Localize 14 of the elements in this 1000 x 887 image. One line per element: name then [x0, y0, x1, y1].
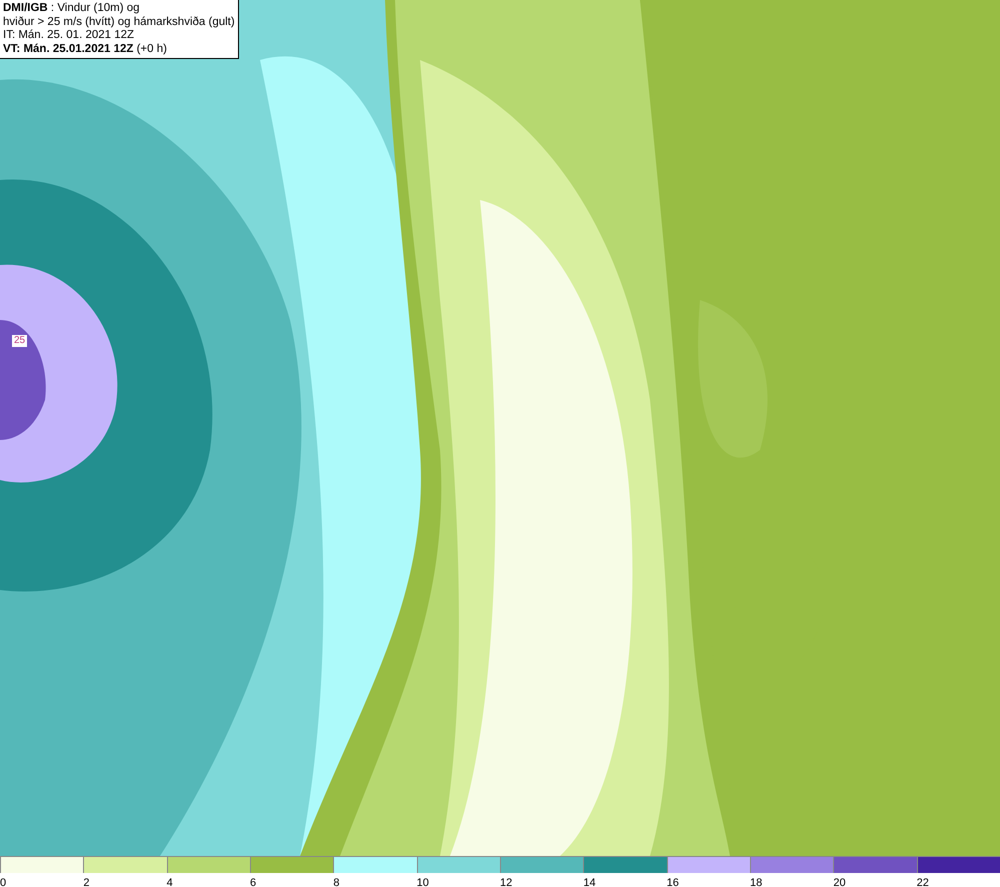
legend-label: 0: [0, 877, 6, 887]
legend-label: 4: [166, 877, 173, 887]
map-caption: DMI/IGB : Vindur (10m) og hviður > 25 m/s (hvítt) og hámarkshviða (gult) IT: Mán. 25. 01. 2021 12Z VT: Mán. 25.01.2021 12Z (+0 h): [0, 0, 239, 59]
legend-label: 14: [583, 877, 596, 887]
contour-label: 25: [12, 335, 28, 347]
legend-label: 12: [500, 877, 512, 887]
legend-label: 10: [416, 877, 429, 887]
legend-label: 18: [750, 877, 762, 887]
legend-label: 20: [833, 877, 846, 887]
legend-label: 8: [333, 877, 340, 887]
legend-label: 16: [666, 877, 679, 887]
legend-label: 6: [250, 877, 256, 887]
legend-label: 22: [916, 877, 929, 887]
legend-label: 2: [83, 877, 90, 887]
